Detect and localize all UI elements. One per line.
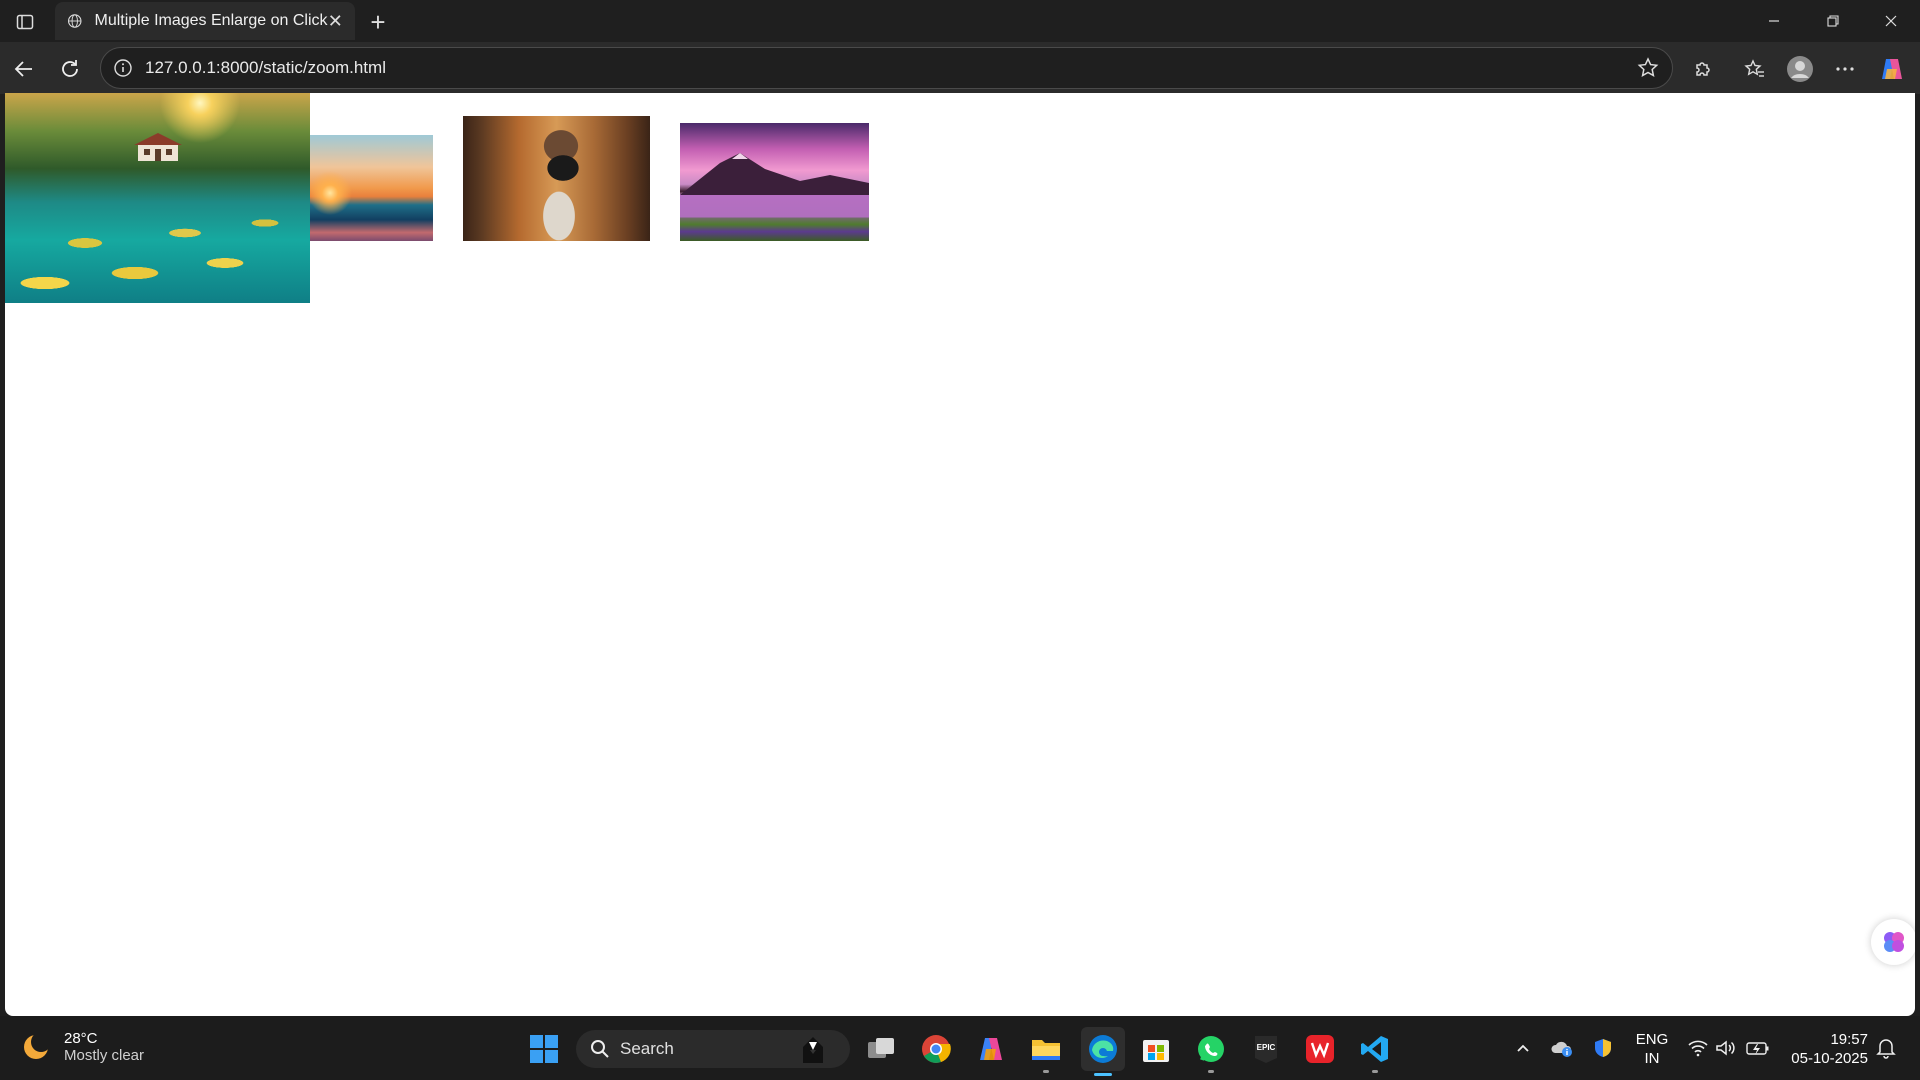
restore-button[interactable] [1804,0,1862,42]
volume-icon [1716,1040,1735,1056]
avatar-icon [1787,56,1813,82]
copilot-button[interactable] [1875,52,1909,86]
task-view-button[interactable] [862,1030,900,1068]
whatsapp-icon [1198,1036,1224,1062]
minimize-icon [1769,20,1779,22]
notification-bell-icon [1876,1039,1896,1059]
task-view-icon [868,1038,894,1058]
site-info-icon[interactable] [113,58,133,78]
taskbar-copilot[interactable] [972,1030,1010,1068]
globe-icon [68,14,82,28]
restore-icon [1827,15,1839,27]
active-indicator [1094,1073,1112,1076]
star-icon[interactable] [1636,56,1660,80]
reload-button[interactable] [53,52,87,86]
weather-desc: Mostly clear [64,1047,145,1064]
browser-tab-active[interactable]: Multiple Images Enlarge on Click ✕ [55,2,355,40]
image-sunset-beach[interactable] [310,135,433,241]
minimize-button[interactable] [1745,0,1803,42]
language-region: IN [1644,1050,1660,1067]
close-window-button[interactable] [1862,0,1920,42]
taskbar-wps[interactable] [1301,1030,1339,1068]
settings-more-button[interactable] [1828,52,1862,86]
address-url[interactable]: 127.0.0.1:8000/static/zoom.html [145,58,1636,78]
wps-icon [1306,1035,1334,1063]
taskbar-clock[interactable]: 19:57 05-10-2025 [1791,1030,1868,1068]
taskbar-epic-games[interactable]: EPIC [1247,1030,1285,1068]
new-tab-button[interactable]: + [364,7,392,37]
taskbar-file-explorer[interactable] [1027,1030,1065,1073]
tab-title: Multiple Images Enlarge on Click [94,12,328,29]
start-button[interactable] [525,1030,563,1068]
notification-center-button[interactable] [1872,1016,1900,1080]
image-mountain-lake[interactable] [680,123,869,241]
tray-volume[interactable] [1713,1016,1739,1080]
puzzle-icon [1696,62,1710,76]
extensions-button[interactable] [1686,52,1720,86]
page-viewport [5,93,1915,1016]
weather-widget[interactable]: 28°C Mostly clear [20,1030,144,1064]
language-code: ENG [1635,1031,1669,1048]
brain-icon [1884,932,1904,952]
weather-temp: 28°C [64,1030,98,1047]
favorites-icon [1744,59,1764,77]
taskbar-whatsapp[interactable] [1192,1030,1230,1073]
wifi-icon [1688,1040,1708,1057]
clock-date: 05-10-2025 [1791,1050,1868,1067]
shield-icon [1595,1039,1611,1057]
taskbar-chrome[interactable] [917,1030,955,1068]
tab-close-button[interactable]: ✕ [328,11,344,31]
tray-battery[interactable] [1744,1016,1772,1080]
chrome-icon [922,1035,951,1063]
browser-titlebar: Multiple Images Enlarge on Click ✕ + [0,0,1920,42]
edge-icon [1089,1035,1117,1063]
windows-logo-icon [530,1035,558,1063]
taskbar-ms-store[interactable] [1137,1030,1175,1068]
floating-assistant-button[interactable] [1871,919,1915,965]
tab-actions-button[interactable] [12,9,38,35]
copilot-icon [1882,59,1902,79]
house-illustration [134,133,182,161]
running-indicator [1043,1070,1049,1073]
show-hidden-icons-button[interactable] [1510,1016,1536,1080]
reload-icon [62,60,78,77]
search-icon [591,1040,609,1058]
image-lake-house-enlarged[interactable] [5,93,310,303]
profile-button[interactable] [1783,52,1817,86]
chevron-up-icon [1517,1044,1529,1052]
windows-taskbar: 28°C Mostly clear Search EPIC ENG IN 19:… [0,1016,1920,1080]
arrow-left-icon [14,61,32,77]
close-icon [1885,15,1897,27]
tab-actions-icon [16,14,34,30]
battery-charging-icon [1746,1042,1769,1055]
vscode-icon [1361,1036,1388,1062]
running-indicator [1372,1070,1378,1073]
taskbar-search[interactable]: Search [576,1030,850,1068]
cloud-info-icon [1551,1041,1572,1057]
moon-weather-icon [24,1032,51,1059]
tray-onedrive[interactable] [1548,1016,1576,1080]
tray-security[interactable] [1589,1016,1617,1080]
more-horizontal-icon [1836,67,1854,71]
store-icon [1143,1040,1169,1062]
search-highlight-icon [803,1037,823,1063]
svg-text:EPIC: EPIC [1257,1043,1276,1052]
taskbar-vscode[interactable] [1356,1030,1394,1073]
language-indicator[interactable]: ENG IN [1632,1030,1672,1068]
search-label: Search [620,1039,674,1058]
tray-wifi[interactable] [1685,1016,1711,1080]
running-indicator [1208,1070,1214,1073]
copilot-icon [980,1038,1002,1060]
folder-icon [1032,1040,1060,1060]
clock-time: 19:57 [1830,1031,1868,1048]
address-bar[interactable]: 127.0.0.1:8000/static/zoom.html [100,47,1673,89]
image-person-camera[interactable] [463,116,650,241]
favorites-button[interactable] [1738,52,1772,86]
taskbar-edge[interactable] [1081,1027,1125,1076]
mountain-silhouette [680,153,869,195]
back-button[interactable] [7,52,41,86]
epic-games-icon: EPIC [1255,1036,1277,1063]
